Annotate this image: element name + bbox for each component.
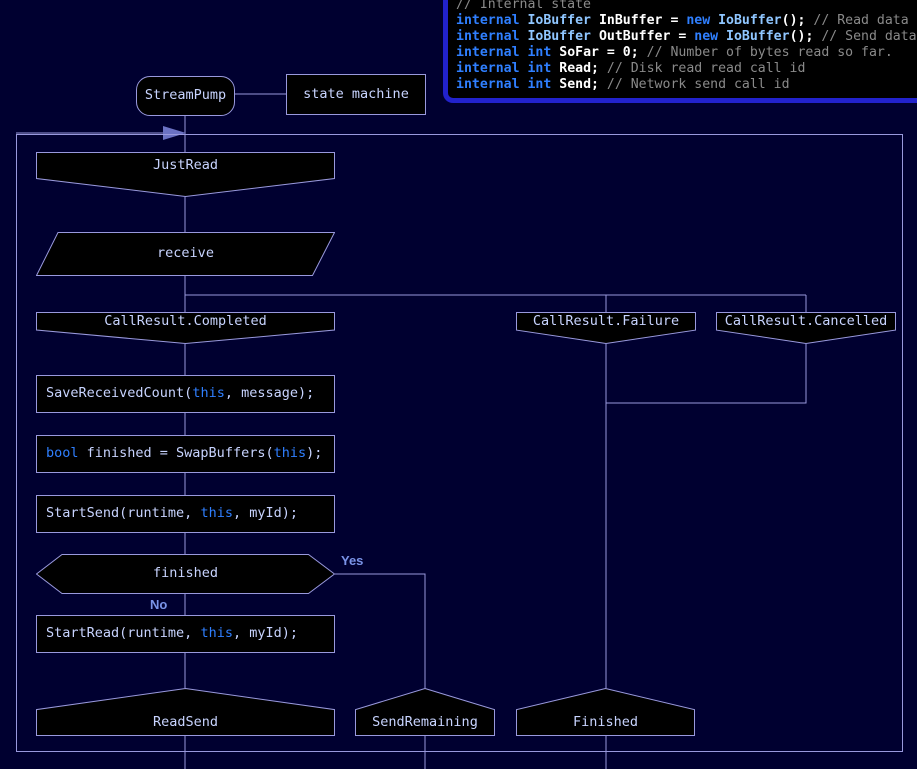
node-state-machine-label: state machine: [303, 85, 409, 102]
node-startread-label: StartRead(runtime, this, myId);: [46, 625, 298, 642]
node-cancelled-label: CallResult.Cancelled: [724, 312, 888, 329]
node-streampump-label: StreamPump: [144, 87, 227, 104]
code-token: ;: [630, 45, 639, 60]
code-token: =: [670, 29, 695, 44]
code-token: Read: [559, 61, 592, 76]
node-finished-cond-label: finished: [152, 565, 219, 582]
code-token: new: [686, 13, 711, 28]
code-token: IoBuffer: [527, 29, 592, 44]
code-token: IoBuffer: [726, 29, 790, 44]
code-token: internal: [456, 77, 520, 92]
node-completed[interactable]: CallResult.Completed: [36, 312, 335, 344]
node-startsend-label: StartSend(runtime, this, myId);: [46, 505, 298, 522]
code-token: new: [694, 29, 719, 44]
node-swapbuffers[interactable]: bool finished = SwapBuffers(this);: [36, 435, 335, 473]
node-sendremaining[interactable]: SendRemaining: [355, 688, 495, 736]
code-note-block: // Internal state internal IoBuffer InBuf…: [443, 0, 917, 103]
node-streampump[interactable]: StreamPump: [136, 76, 235, 116]
node-cancelled[interactable]: CallResult.Cancelled: [716, 312, 896, 344]
code-token: =: [662, 13, 687, 28]
node-failure-label: CallResult.Failure: [532, 312, 680, 329]
code-token: 0: [622, 45, 631, 60]
code-token: internal: [456, 13, 520, 28]
code-token: // Read data: [805, 13, 909, 28]
code-token: ();: [781, 13, 806, 28]
node-justread[interactable]: JustRead: [36, 152, 335, 197]
node-sendremaining-label: SendRemaining: [372, 714, 478, 731]
code-token: internal: [456, 45, 520, 60]
code-line: internal int SoFar = 0; // Number of byt…: [456, 45, 917, 61]
code-token: // Number of bytes read so far.: [638, 45, 893, 60]
code-token: // Network send call id: [598, 77, 790, 92]
node-justread-label: JustRead: [152, 156, 219, 173]
node-savecount-label: SaveReceivedCount(this, message);: [46, 385, 315, 402]
node-finished-state-label: Finished: [572, 714, 639, 731]
code-token: IoBuffer: [718, 13, 782, 28]
node-startread[interactable]: StartRead(runtime, this, myId);: [36, 615, 335, 653]
node-failure[interactable]: CallResult.Failure: [516, 312, 696, 344]
diagram-canvas: StreamPump state machine // Internal sta…: [0, 0, 917, 769]
code-line: internal IoBuffer InBuffer = new IoBuffe…: [456, 13, 917, 29]
code-token: internal: [456, 61, 520, 76]
code-line: internal int Send; // Network send call …: [456, 77, 917, 93]
node-finished-state[interactable]: Finished: [516, 688, 695, 736]
node-savecount[interactable]: SaveReceivedCount(this, message);: [36, 375, 335, 413]
code-line: internal IoBuffer OutBuffer = new IoBuff…: [456, 29, 917, 45]
node-readsend[interactable]: ReadSend: [36, 688, 335, 736]
edge-label-no: No: [150, 597, 168, 612]
code-line: internal int Read; // Disk read read cal…: [456, 61, 917, 77]
code-token: // Internal state: [456, 0, 591, 12]
node-readsend-label: ReadSend: [152, 714, 219, 731]
code-token: int: [527, 61, 552, 76]
code-token: SoFar: [559, 45, 599, 60]
code-token: ;: [591, 77, 599, 92]
code-token: OutBuffer: [598, 29, 671, 44]
node-completed-label: CallResult.Completed: [104, 312, 267, 329]
node-state-machine-note[interactable]: state machine: [286, 74, 426, 115]
code-token: ();: [789, 29, 814, 44]
node-receive[interactable]: receive: [36, 232, 335, 276]
node-swapbuffers-label: bool finished = SwapBuffers(this);: [46, 445, 323, 462]
node-finished-cond[interactable]: finished: [36, 554, 335, 594]
node-receive-label: receive: [157, 245, 214, 262]
code-token: =: [598, 45, 623, 60]
node-startsend[interactable]: StartSend(runtime, this, myId);: [36, 495, 335, 533]
code-token: // Disk read read call id: [598, 61, 806, 76]
code-token: // Send data: [813, 29, 917, 44]
edge-label-yes: Yes: [341, 553, 364, 568]
code-token: InBuffer: [598, 13, 663, 28]
code-token: Send: [559, 77, 592, 92]
code-token: int: [527, 77, 552, 92]
code-token: internal: [456, 29, 520, 44]
code-line: // Internal state: [456, 0, 917, 13]
code-token: IoBuffer: [527, 13, 592, 28]
code-token: int: [527, 45, 552, 60]
code-token: ;: [591, 61, 599, 76]
